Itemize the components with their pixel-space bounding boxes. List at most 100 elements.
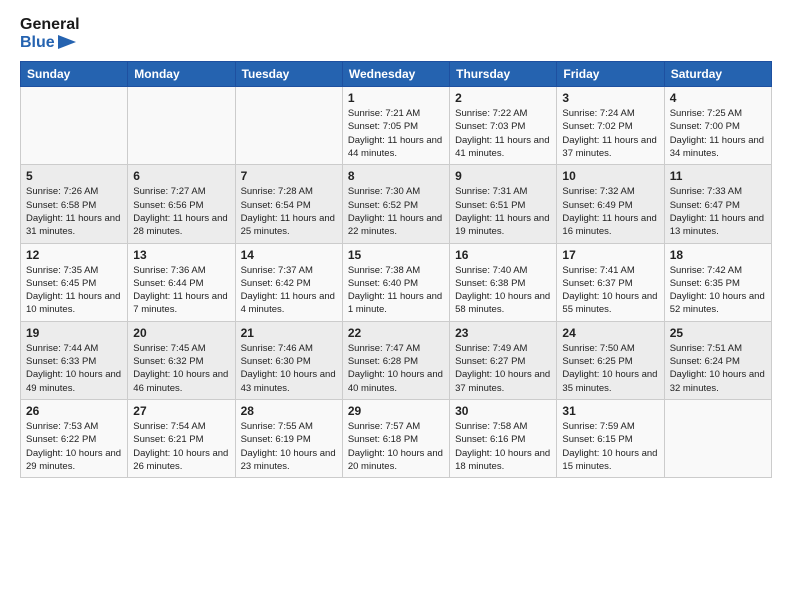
calendar-header-row: SundayMondayTuesdayWednesdayThursdayFrid… [21, 62, 772, 87]
day-info: Sunrise: 7:49 AM Sunset: 6:27 PM Dayligh… [455, 342, 551, 395]
calendar-table: SundayMondayTuesdayWednesdayThursdayFrid… [20, 61, 772, 478]
calendar-day-cell: 21Sunrise: 7:46 AM Sunset: 6:30 PM Dayli… [235, 321, 342, 399]
day-info: Sunrise: 7:25 AM Sunset: 7:00 PM Dayligh… [670, 107, 766, 160]
day-info: Sunrise: 7:44 AM Sunset: 6:33 PM Dayligh… [26, 342, 122, 395]
day-number: 28 [241, 404, 337, 418]
day-info: Sunrise: 7:28 AM Sunset: 6:54 PM Dayligh… [241, 185, 337, 238]
day-info: Sunrise: 7:36 AM Sunset: 6:44 PM Dayligh… [133, 264, 229, 317]
calendar-day-cell: 6Sunrise: 7:27 AM Sunset: 6:56 PM Daylig… [128, 165, 235, 243]
calendar-day-header: Sunday [21, 62, 128, 87]
calendar-week-row: 5 Sunrise: 7:26 AM Sunset: 6:58 PM Daylig… [21, 165, 772, 243]
calendar-day-cell: 5 Sunrise: 7:26 AM Sunset: 6:58 PM Daylig… [21, 165, 128, 243]
day-number: 11 [670, 169, 766, 183]
calendar-day-header: Wednesday [342, 62, 449, 87]
calendar-day-cell: 22 Sunrise: 7:47 AM Sunset: 6:28 PM Dayli… [342, 321, 449, 399]
day-info: Sunrise: 7:58 AM Sunset: 6:16 PM Dayligh… [455, 420, 551, 473]
calendar-day-cell: 31 Sunrise: 7:59 AM Sunset: 6:15 PM Dayli… [557, 399, 664, 477]
day-number: 12 [26, 248, 122, 262]
day-info: Sunrise: 7:53 AM Sunset: 6:22 PM Dayligh… [26, 420, 122, 473]
page: General Blue SundayMondayTuesdayWednesda… [0, 0, 792, 612]
calendar-day-cell: 17Sunrise: 7:41 AM Sunset: 6:37 PM Dayli… [557, 243, 664, 321]
calendar-empty-cell [21, 87, 128, 165]
day-number: 23 [455, 326, 551, 340]
day-info: Sunrise: 7:26 AM Sunset: 6:58 PM Dayligh… [26, 185, 122, 238]
calendar-day-header: Monday [128, 62, 235, 87]
day-info: Sunrise: 7:27 AM Sunset: 6:56 PM Dayligh… [133, 185, 229, 238]
logo-text: General Blue [20, 16, 80, 51]
day-number: 19 [26, 326, 122, 340]
calendar-empty-cell [664, 399, 771, 477]
calendar-day-cell: 8Sunrise: 7:30 AM Sunset: 6:52 PM Daylig… [342, 165, 449, 243]
day-info: Sunrise: 7:50 AM Sunset: 6:25 PM Dayligh… [562, 342, 658, 395]
calendar-day-header: Friday [557, 62, 664, 87]
day-number: 7 [241, 169, 337, 183]
calendar-day-cell: 20 Sunrise: 7:45 AM Sunset: 6:32 PM Dayli… [128, 321, 235, 399]
calendar-day-cell: 4Sunrise: 7:25 AM Sunset: 7:00 PM Daylig… [664, 87, 771, 165]
day-number: 27 [133, 404, 229, 418]
day-number: 3 [562, 91, 658, 105]
day-info: Sunrise: 7:41 AM Sunset: 6:37 PM Dayligh… [562, 264, 658, 317]
calendar-day-cell: 24 Sunrise: 7:50 AM Sunset: 6:25 PM Dayli… [557, 321, 664, 399]
calendar-day-cell: 27 Sunrise: 7:54 AM Sunset: 6:21 PM Dayli… [128, 399, 235, 477]
day-info: Sunrise: 7:35 AM Sunset: 6:45 PM Dayligh… [26, 264, 122, 317]
calendar-week-row: 26 Sunrise: 7:53 AM Sunset: 6:22 PM Dayli… [21, 399, 772, 477]
day-info: Sunrise: 7:47 AM Sunset: 6:28 PM Dayligh… [348, 342, 444, 395]
day-info: Sunrise: 7:46 AM Sunset: 6:30 PM Dayligh… [241, 342, 337, 395]
calendar-day-cell: 11 Sunrise: 7:33 AM Sunset: 6:47 PM Dayli… [664, 165, 771, 243]
calendar-day-cell: 9Sunrise: 7:31 AM Sunset: 6:51 PM Daylig… [450, 165, 557, 243]
day-info: Sunrise: 7:22 AM Sunset: 7:03 PM Dayligh… [455, 107, 551, 160]
day-number: 24 [562, 326, 658, 340]
day-info: Sunrise: 7:33 AM Sunset: 6:47 PM Dayligh… [670, 185, 766, 238]
day-info: Sunrise: 7:37 AM Sunset: 6:42 PM Dayligh… [241, 264, 337, 317]
day-number: 16 [455, 248, 551, 262]
day-info: Sunrise: 7:57 AM Sunset: 6:18 PM Dayligh… [348, 420, 444, 473]
calendar-day-cell: 7 Sunrise: 7:28 AM Sunset: 6:54 PM Daylig… [235, 165, 342, 243]
calendar-day-cell: 29 Sunrise: 7:57 AM Sunset: 6:18 PM Dayli… [342, 399, 449, 477]
calendar-day-cell: 28Sunrise: 7:55 AM Sunset: 6:19 PM Dayli… [235, 399, 342, 477]
day-number: 25 [670, 326, 766, 340]
calendar-day-cell: 1Sunrise: 7:21 AM Sunset: 7:05 PM Daylig… [342, 87, 449, 165]
day-info: Sunrise: 7:45 AM Sunset: 6:32 PM Dayligh… [133, 342, 229, 395]
calendar-week-row: 12 Sunrise: 7:35 AM Sunset: 6:45 PM Dayli… [21, 243, 772, 321]
day-number: 31 [562, 404, 658, 418]
calendar-day-cell: 10 Sunrise: 7:32 AM Sunset: 6:49 PM Dayli… [557, 165, 664, 243]
header: General Blue [20, 16, 772, 51]
calendar-day-header: Tuesday [235, 62, 342, 87]
day-info: Sunrise: 7:38 AM Sunset: 6:40 PM Dayligh… [348, 264, 444, 317]
day-number: 15 [348, 248, 444, 262]
calendar-day-header: Saturday [664, 62, 771, 87]
calendar-day-cell: 3 Sunrise: 7:24 AM Sunset: 7:02 PM Daylig… [557, 87, 664, 165]
day-info: Sunrise: 7:54 AM Sunset: 6:21 PM Dayligh… [133, 420, 229, 473]
day-number: 14 [241, 248, 337, 262]
day-number: 29 [348, 404, 444, 418]
calendar-day-cell: 14 Sunrise: 7:37 AM Sunset: 6:42 PM Dayli… [235, 243, 342, 321]
day-number: 20 [133, 326, 229, 340]
day-info: Sunrise: 7:24 AM Sunset: 7:02 PM Dayligh… [562, 107, 658, 160]
logo: General Blue [20, 16, 80, 51]
day-number: 8 [348, 169, 444, 183]
calendar-day-cell: 19 Sunrise: 7:44 AM Sunset: 6:33 PM Dayli… [21, 321, 128, 399]
day-number: 22 [348, 326, 444, 340]
day-info: Sunrise: 7:59 AM Sunset: 6:15 PM Dayligh… [562, 420, 658, 473]
day-number: 9 [455, 169, 551, 183]
calendar-day-cell: 15 Sunrise: 7:38 AM Sunset: 6:40 PM Dayli… [342, 243, 449, 321]
day-number: 1 [348, 91, 444, 105]
day-number: 5 [26, 169, 122, 183]
calendar-day-cell: 16 Sunrise: 7:40 AM Sunset: 6:38 PM Dayli… [450, 243, 557, 321]
calendar-day-cell: 13Sunrise: 7:36 AM Sunset: 6:44 PM Dayli… [128, 243, 235, 321]
day-info: Sunrise: 7:51 AM Sunset: 6:24 PM Dayligh… [670, 342, 766, 395]
calendar-day-cell: 12 Sunrise: 7:35 AM Sunset: 6:45 PM Dayli… [21, 243, 128, 321]
calendar-day-cell: 25 Sunrise: 7:51 AM Sunset: 6:24 PM Dayli… [664, 321, 771, 399]
calendar-day-cell: 18 Sunrise: 7:42 AM Sunset: 6:35 PM Dayli… [664, 243, 771, 321]
day-number: 10 [562, 169, 658, 183]
logo-arrow-icon [58, 35, 76, 49]
day-number: 26 [26, 404, 122, 418]
calendar-day-cell: 2Sunrise: 7:22 AM Sunset: 7:03 PM Daylig… [450, 87, 557, 165]
day-info: Sunrise: 7:32 AM Sunset: 6:49 PM Dayligh… [562, 185, 658, 238]
day-number: 18 [670, 248, 766, 262]
day-info: Sunrise: 7:42 AM Sunset: 6:35 PM Dayligh… [670, 264, 766, 317]
calendar-empty-cell [128, 87, 235, 165]
calendar-empty-cell [235, 87, 342, 165]
calendar-day-cell: 30Sunrise: 7:58 AM Sunset: 6:16 PM Dayli… [450, 399, 557, 477]
day-info: Sunrise: 7:40 AM Sunset: 6:38 PM Dayligh… [455, 264, 551, 317]
